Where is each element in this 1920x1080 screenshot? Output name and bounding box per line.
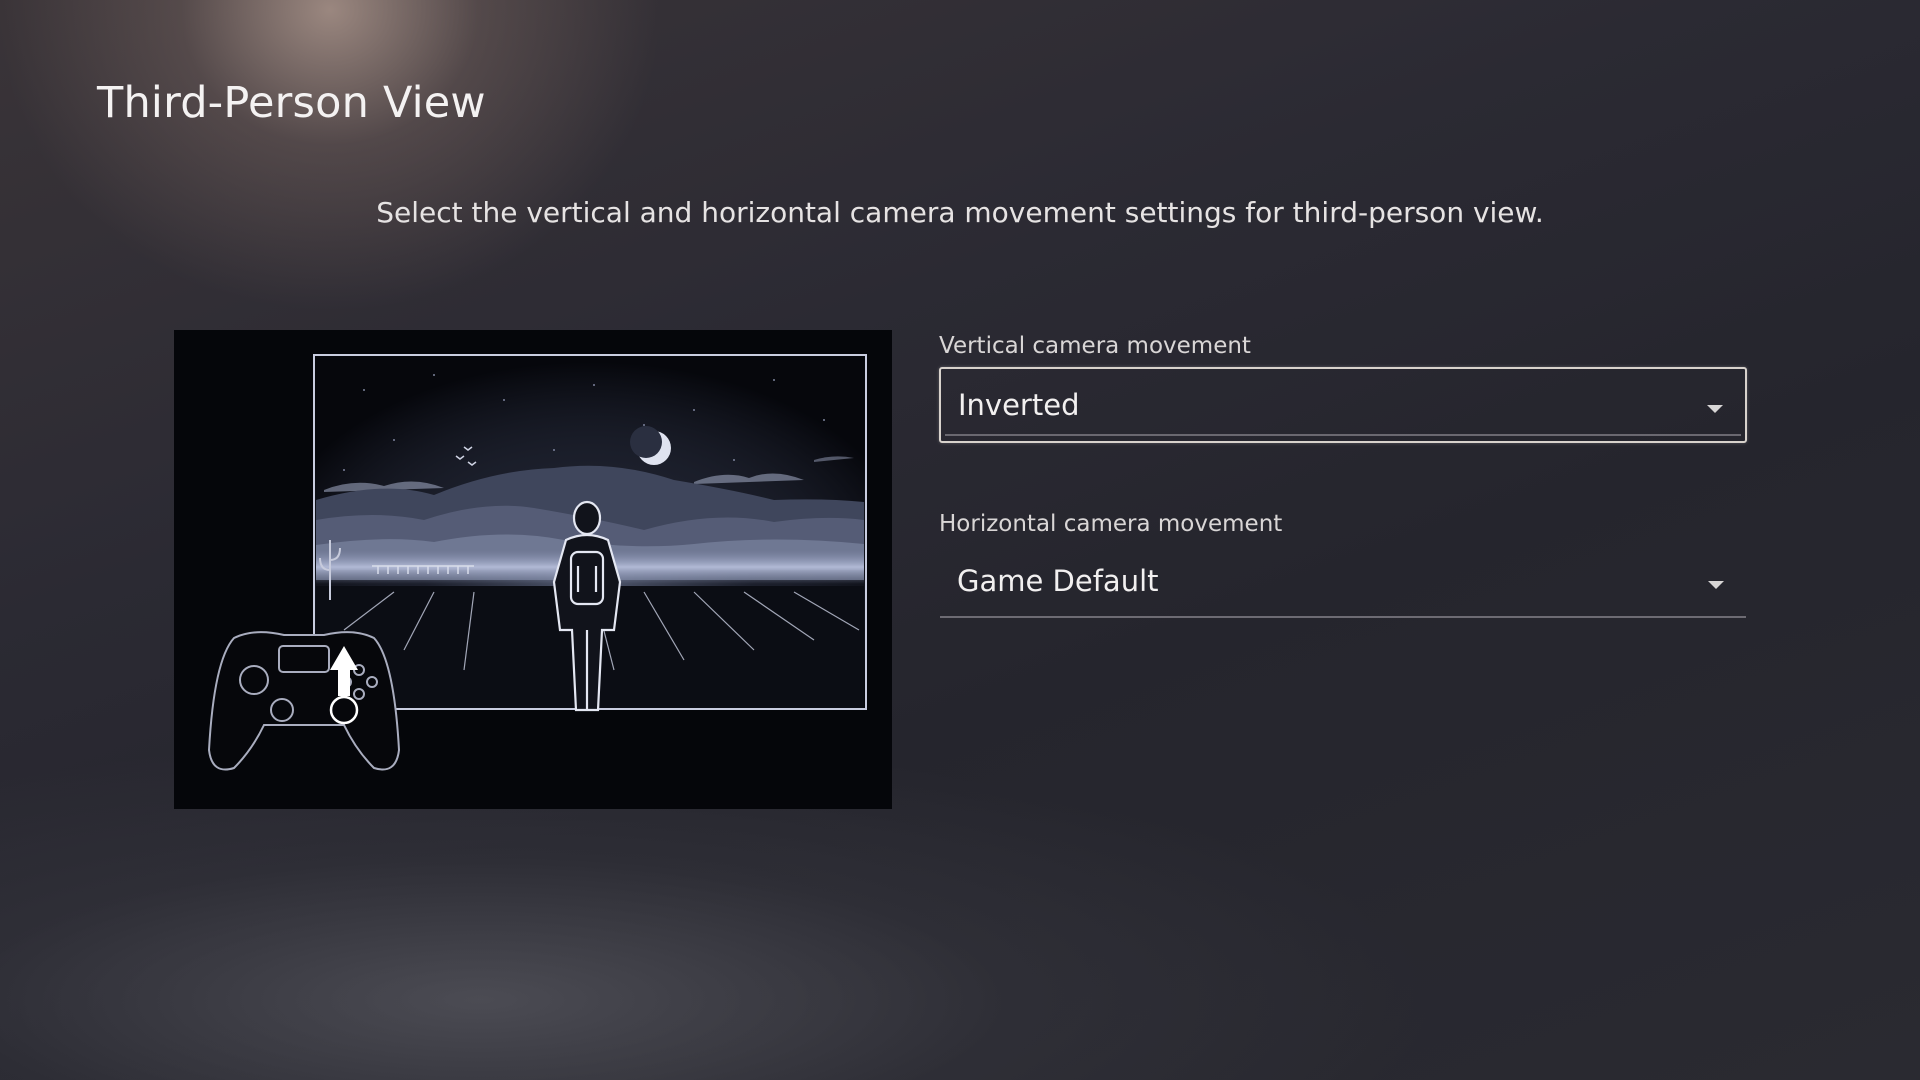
page-title: Third-Person View (97, 78, 486, 128)
dropdown-underline (940, 616, 1746, 618)
camera-illustration (174, 330, 892, 809)
chevron-down-icon (1707, 405, 1723, 413)
horizontal-camera-value: Game Default (957, 564, 1159, 598)
chevron-down-icon (1708, 581, 1724, 589)
page-description: Select the vertical and horizontal camer… (376, 196, 1544, 229)
controller-icon (207, 631, 401, 771)
horizontal-camera-dropdown[interactable]: Game Default (940, 545, 1746, 621)
vertical-camera-label: Vertical camera movement (939, 333, 1251, 359)
horizontal-camera-label: Horizontal camera movement (939, 511, 1283, 537)
vertical-camera-dropdown[interactable]: Inverted (939, 367, 1747, 443)
vertical-camera-value: Inverted (958, 388, 1080, 422)
tv-screen (313, 354, 867, 712)
dropdown-underline (945, 434, 1741, 436)
